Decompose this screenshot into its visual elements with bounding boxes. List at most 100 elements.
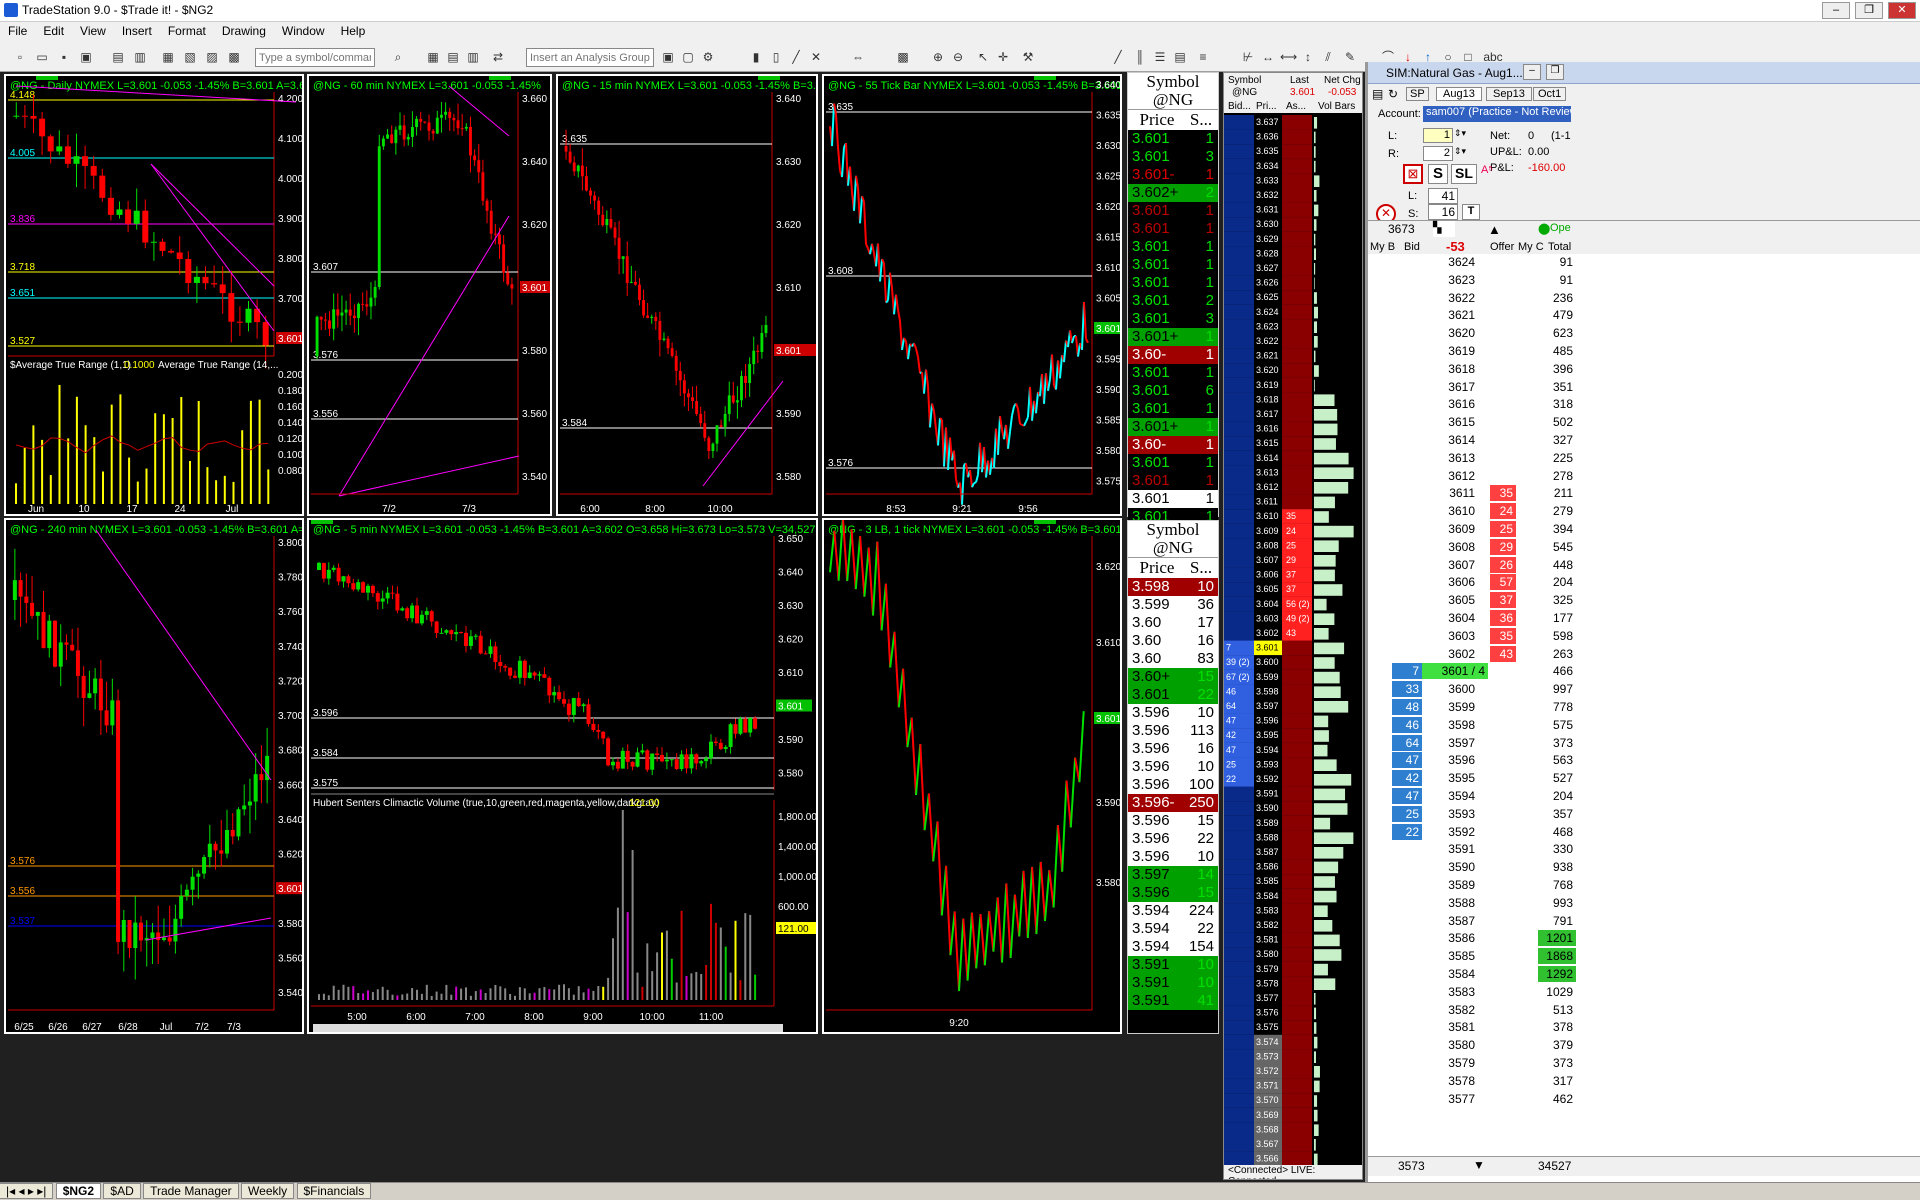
grid-icon[interactable]: ▤ bbox=[1172, 49, 1188, 65]
dom-ladder-row[interactable]: 3604 36 177 bbox=[1368, 610, 1615, 626]
dom-offer-size[interactable] bbox=[1490, 343, 1516, 359]
dom-ladder-row[interactable]: 3583 1029 bbox=[1368, 984, 1615, 1000]
dom-bid-size[interactable] bbox=[1392, 396, 1422, 412]
symbol-lookup-icon[interactable]: ⌕ bbox=[390, 49, 406, 65]
dom-total[interactable]: 177 bbox=[1538, 610, 1576, 626]
chart-15min[interactable]: @NG - 15 min NYMEX L=3.601 -0.053 -1.45%… bbox=[556, 74, 818, 516]
print-preview-icon[interactable]: ▥ bbox=[132, 49, 148, 65]
menu-insert[interactable]: Insert bbox=[114, 22, 160, 40]
dom-total[interactable]: 204 bbox=[1538, 788, 1576, 804]
chart-5min[interactable]: @NG - 5 min NYMEX L=3.601 -0.053 -1.45% … bbox=[307, 518, 818, 1034]
crosshair-icon[interactable]: ✛ bbox=[995, 49, 1011, 65]
dom-ladder-row[interactable]: 3624 91 bbox=[1368, 254, 1615, 270]
line-chart-icon[interactable]: ╱ bbox=[788, 49, 804, 65]
matrix-col-bid[interactable]: Bid... bbox=[1228, 101, 1251, 112]
dom-ladder-row[interactable]: 64 3597 373 bbox=[1368, 734, 1615, 751]
dom-ladder-row[interactable]: 3623 91 bbox=[1368, 272, 1615, 288]
dom-bid-size[interactable] bbox=[1392, 432, 1422, 448]
dom-price[interactable]: 3612 bbox=[1422, 468, 1478, 484]
dom-ladder-row[interactable]: 47 3594 204 bbox=[1368, 788, 1615, 804]
dom-ladder-row[interactable]: 3619 485 bbox=[1368, 343, 1615, 359]
dom-ladder-row[interactable]: 3589 768 bbox=[1368, 877, 1615, 893]
dom-price[interactable]: 3594 bbox=[1422, 788, 1478, 804]
bar-chart-icon[interactable]: ▮ bbox=[748, 49, 764, 65]
dom-total[interactable]: 1292 bbox=[1538, 966, 1576, 982]
dom-offer-size[interactable]: 24 bbox=[1490, 503, 1516, 520]
dom-col-myc[interactable]: My C bbox=[1518, 241, 1544, 253]
tab-trade-manager[interactable]: Trade Manager bbox=[143, 1183, 239, 1199]
dom-price[interactable]: 3607 bbox=[1422, 557, 1478, 573]
dom-price[interactable]: 3599 bbox=[1422, 699, 1478, 715]
dom-total[interactable]: 373 bbox=[1538, 735, 1576, 751]
dom-offer-size[interactable] bbox=[1490, 1019, 1516, 1035]
dom-bid-size[interactable] bbox=[1392, 379, 1422, 395]
dom-bid-size[interactable]: 42 bbox=[1392, 770, 1422, 787]
sl-button[interactable]: SL bbox=[1451, 164, 1477, 184]
format-icon[interactable]: ⚙ bbox=[700, 49, 716, 65]
dom-total[interactable]: 318 bbox=[1538, 396, 1576, 412]
dom-ladder-row[interactable]: 47 3596 563 bbox=[1368, 752, 1615, 769]
dom-bid-size[interactable] bbox=[1392, 913, 1422, 929]
point-figure-icon[interactable]: ✕ bbox=[808, 49, 824, 65]
dom-col-offer[interactable]: Offer bbox=[1490, 241, 1514, 253]
r-spin-icon[interactable]: ⇕▾ bbox=[1454, 146, 1466, 157]
dom-price[interactable]: 3584 bbox=[1422, 966, 1478, 982]
matrix-col-ask[interactable]: As... bbox=[1286, 101, 1306, 112]
dom-bid-size[interactable]: 47 bbox=[1392, 752, 1422, 769]
dom-total[interactable]: 279 bbox=[1538, 503, 1576, 519]
dom-ladder-row[interactable]: 48 3599 778 bbox=[1368, 699, 1615, 715]
dom-ladder-row[interactable]: 3607 26 448 bbox=[1368, 556, 1615, 573]
l-spin-icon[interactable]: ⇕▾ bbox=[1454, 128, 1466, 139]
vertical-lines-icon[interactable]: ║ bbox=[1132, 49, 1148, 65]
dom-price[interactable]: 3621 bbox=[1422, 307, 1478, 323]
dom-bid-size[interactable] bbox=[1392, 1037, 1422, 1053]
dom-offer-size[interactable] bbox=[1490, 824, 1516, 840]
menu-help[interactable]: Help bbox=[333, 22, 374, 40]
dom-total[interactable]: 204 bbox=[1538, 574, 1576, 590]
dom-ladder-row[interactable]: 3612 278 bbox=[1368, 468, 1615, 484]
dom-offer-size[interactable] bbox=[1490, 1055, 1516, 1071]
dom-total[interactable]: 396 bbox=[1538, 361, 1576, 377]
dom-offer-size[interactable] bbox=[1490, 913, 1516, 929]
strategy-icon[interactable]: ⇄ bbox=[490, 49, 506, 65]
dom-total[interactable]: 211 bbox=[1538, 485, 1576, 501]
dom-price[interactable]: 3611 bbox=[1422, 485, 1478, 501]
chart-240min[interactable]: @NG - 240 min NYMEX L=3.601 -0.053 -1.45… bbox=[4, 518, 304, 1034]
dom-total[interactable]: 278 bbox=[1538, 468, 1576, 484]
dom-bid-size[interactable]: 64 bbox=[1392, 734, 1422, 751]
zoom-in-icon[interactable]: ⊕ bbox=[930, 49, 946, 65]
dom-tab-aug13[interactable]: Aug13 bbox=[1436, 87, 1482, 101]
tab-ad[interactable]: $AD bbox=[103, 1183, 141, 1199]
dom-offer-size[interactable]: 35 bbox=[1490, 627, 1516, 644]
dom-total[interactable]: 236 bbox=[1538, 290, 1576, 306]
dom-price[interactable]: 3597 bbox=[1422, 735, 1478, 751]
dom-ladder-row[interactable]: 3579 373 bbox=[1368, 1055, 1615, 1071]
brush-icon[interactable]: ✎ bbox=[1342, 49, 1358, 65]
dom-total[interactable]: 1201 bbox=[1538, 930, 1576, 947]
dom-price[interactable]: 3596 bbox=[1422, 752, 1478, 768]
dom-price[interactable]: 3616 bbox=[1422, 396, 1478, 412]
dom-offer-size[interactable] bbox=[1490, 272, 1516, 288]
dom-ladder[interactable]: 3624 91 3623 91 3622 236 3621 479 3620 623 3619 485… bbox=[1368, 254, 1920, 1134]
dom-bid-size[interactable] bbox=[1392, 841, 1422, 857]
menu-drawing[interactable]: Drawing bbox=[214, 22, 274, 40]
dom-bid-size[interactable]: 48 bbox=[1392, 699, 1422, 715]
dom-offer-size[interactable] bbox=[1490, 379, 1516, 395]
dom-open-icon[interactable]: ⬤ bbox=[1538, 222, 1550, 235]
dom-maximize-button[interactable]: ❐ bbox=[1546, 64, 1564, 80]
close-button[interactable]: ✕ bbox=[1888, 2, 1916, 19]
l-input[interactable]: 1 bbox=[1423, 128, 1453, 143]
dom-ladder-row[interactable]: 3602 43 263 bbox=[1368, 645, 1615, 662]
dom-offer-size[interactable] bbox=[1490, 1037, 1516, 1053]
showme-icon[interactable]: ▢ bbox=[680, 49, 696, 65]
dom-scroll-down-icon[interactable]: ▼ bbox=[1473, 1158, 1485, 1172]
dom-price[interactable]: 3601 / 4 bbox=[1422, 663, 1488, 680]
dom-total[interactable]: 598 bbox=[1538, 628, 1576, 644]
vertical-arrow-icon[interactable]: ↕ bbox=[1300, 49, 1316, 65]
dom-bid-size[interactable] bbox=[1392, 414, 1422, 430]
dom-price[interactable]: 3617 bbox=[1422, 379, 1478, 395]
dom-total[interactable]: 938 bbox=[1538, 859, 1576, 875]
dom-total[interactable]: 997 bbox=[1538, 681, 1576, 697]
dom-bid-size[interactable] bbox=[1392, 557, 1422, 573]
dom-ladder-row[interactable]: 33 3600 997 bbox=[1368, 681, 1615, 698]
